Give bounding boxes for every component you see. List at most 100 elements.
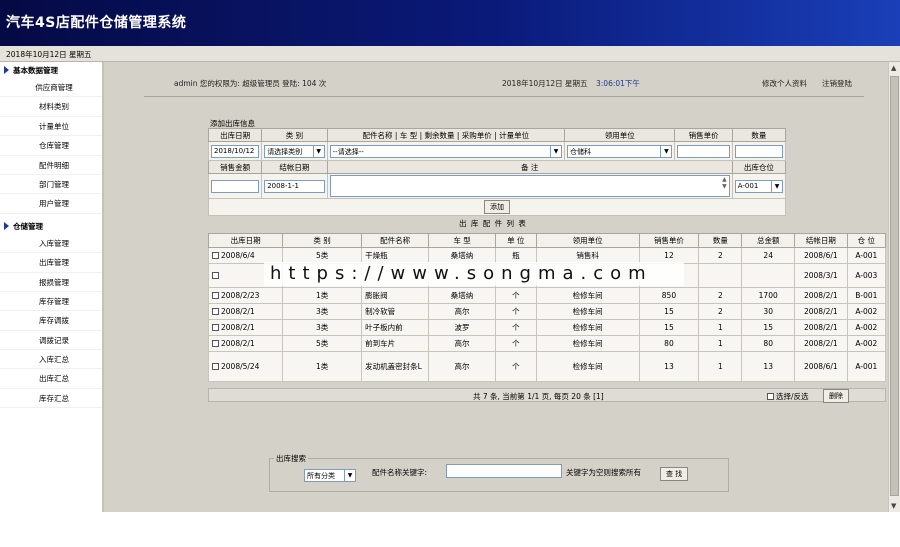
sidebar-item-users[interactable]: 用户管理 <box>0 194 102 214</box>
list-footer: 共 7 条, 当前第 1/1 页, 每页 20 条 [1] 选择/反选 删除 <box>208 388 886 403</box>
chevron-down-icon: ▼ <box>550 145 561 157</box>
form-header-dept: 领用单位 <box>563 128 676 142</box>
keyword-input[interactable] <box>446 464 562 478</box>
row-checkbox[interactable] <box>212 272 219 279</box>
sidebar-item-department[interactable]: 部门管理 <box>0 175 102 195</box>
table-row: 2008/2/1 3类 叶子板内前 波罗个检修车间 15 1 15 2008/2/1 A-002 <box>207 319 887 336</box>
sidebar-item-warehouse[interactable]: 仓库管理 <box>0 136 102 156</box>
sidebar-item-parts[interactable]: 配件明细 <box>0 156 102 175</box>
sidebar-section-basic[interactable]: 基本数据管理 <box>0 62 102 78</box>
table-cell: A-002 <box>846 335 887 352</box>
table-cell: 15 <box>638 303 700 320</box>
table-cell: 2008/2/1 <box>794 319 848 336</box>
scroll-up-icon[interactable]: ▲ <box>891 64 896 72</box>
row-checkbox[interactable] <box>212 363 219 370</box>
table-cell: 检修车间 <box>535 319 640 336</box>
remark-textarea[interactable]: ▲ ▼ <box>329 175 730 197</box>
delete-button[interactable]: 删除 <box>823 389 849 403</box>
bottom-strip <box>0 512 900 547</box>
cell-text: 2008/2/1 <box>221 323 255 332</box>
edit-profile-link[interactable]: 修改个人资料 <box>762 78 807 89</box>
table-cell: A-001 <box>846 247 887 264</box>
arrow-right-icon <box>4 66 9 74</box>
form-header-price: 销售单价 <box>674 128 733 142</box>
table-cell: 1 <box>698 319 743 336</box>
table-cell: 个 <box>495 319 537 336</box>
sale-price-input[interactable] <box>677 144 730 158</box>
sidebar-item-inventory[interactable]: 库存管理 <box>0 292 102 312</box>
col-header: 领用单位 <box>535 233 640 248</box>
logout-link[interactable]: 注销登陆 <box>822 78 852 89</box>
row-checkbox[interactable] <box>212 292 219 299</box>
vertical-scrollbar[interactable]: ▲ ▼ <box>888 62 900 512</box>
sidebar-item-transfer-log[interactable]: 调拨记录 <box>0 331 102 351</box>
sidebar-item-unit[interactable]: 计量单位 <box>0 117 102 137</box>
table-cell: 前到车片 <box>361 335 430 352</box>
sidebar-item-inbound[interactable]: 入库管理 <box>0 234 102 254</box>
row-checkbox[interactable] <box>212 308 219 315</box>
table-cell: 2008/2/1 <box>207 303 284 320</box>
sidebar-item-supplier[interactable]: 供应商管理 <box>0 78 102 98</box>
search-category-select[interactable]: 所有分类 ▼ <box>304 469 356 482</box>
table-cell: 13 <box>741 351 796 382</box>
part-select[interactable]: --请选择-- ▼ <box>329 144 562 158</box>
form-header-qty: 数量 <box>731 128 787 142</box>
top-date: 2018年10月12日 星期五 <box>502 79 588 88</box>
col-header: 车 型 <box>428 233 497 248</box>
row-checkbox[interactable] <box>212 324 219 331</box>
table-cell: 2 <box>698 287 743 304</box>
outbound-list-table: 出库日期 类 别 配件名称 车 型 单 位 领用单位 销售单价 数量 总金额 结… <box>207 233 887 382</box>
cell-text: 2008/2/1 <box>221 339 255 348</box>
scroll-thumb[interactable] <box>890 76 899 496</box>
quantity-input[interactable] <box>734 144 783 158</box>
outbound-date-input[interactable]: 2018/10/12 <box>211 144 260 158</box>
checkbox[interactable] <box>767 393 774 400</box>
sidebar-item-damage[interactable]: 报损管理 <box>0 273 102 292</box>
table-cell: 24 <box>741 247 796 264</box>
table-cell: 2008/2/23 <box>207 287 284 304</box>
watermark: https://www.songma.com <box>264 262 684 286</box>
settle-date-input[interactable]: 2008-1-1 <box>264 179 325 193</box>
sidebar-item-transfer[interactable]: 库存调拨 <box>0 311 102 331</box>
row-checkbox[interactable] <box>212 252 219 259</box>
table-cell: 发动机盖密封条L <box>361 351 430 382</box>
sidebar-section-storage[interactable]: 仓储管理 <box>0 218 102 234</box>
sidebar-item-outbound-summary[interactable]: 出库汇总 <box>0 369 102 389</box>
table-cell: A-002 <box>846 303 887 320</box>
sidebar-item-inventory-summary[interactable]: 库存汇总 <box>0 389 102 409</box>
category-select[interactable]: 请选择类别 ▼ <box>264 144 325 158</box>
table-cell: 2008/2/1 <box>794 287 848 304</box>
table-cell: 2008/5/24 <box>207 351 284 382</box>
table-cell: 3类 <box>282 303 363 320</box>
col-header: 单 位 <box>495 233 537 248</box>
sidebar-item-outbound[interactable]: 出库管理 <box>0 253 102 273</box>
table-cell: 桑塔纳 <box>428 287 497 304</box>
add-button[interactable]: 添加 <box>484 200 510 214</box>
location-select[interactable]: A-001 ▼ <box>734 179 783 193</box>
spinner-icon: ▲ ▼ <box>722 176 727 190</box>
form-header-settle: 结帐日期 <box>261 160 328 174</box>
select-all-toggle[interactable]: 选择/反选 <box>767 391 809 402</box>
table-cell: 5类 <box>282 335 363 352</box>
search-button[interactable]: 查 找 <box>660 467 689 481</box>
table-cell: 2 <box>698 247 743 264</box>
chevron-down-icon: ▼ <box>312 145 324 157</box>
sidebar-item-material-category[interactable]: 材料类别 <box>0 97 102 117</box>
app-title: 汽车4S店配件仓储管理系统 <box>6 15 187 31</box>
dept-select[interactable]: 仓储科 ▼ <box>567 144 673 158</box>
row-checkbox[interactable] <box>212 340 219 347</box>
col-header: 配件名称 <box>361 233 430 248</box>
table-cell: 15 <box>741 319 796 336</box>
table-cell: 2008/3/1 <box>794 263 848 288</box>
scroll-down-icon[interactable]: ▼ <box>891 502 896 510</box>
form-header-category: 类 别 <box>261 128 328 142</box>
col-header: 仓 位 <box>846 233 887 248</box>
sale-amount-input[interactable] <box>211 179 260 193</box>
table-cell: 高尔 <box>428 351 497 382</box>
table-cell: 2008/2/1 <box>207 335 284 352</box>
form-header-date: 出库日期 <box>207 128 263 142</box>
keyword-label: 配件名称关键字: <box>372 468 428 477</box>
table-cell: 膨胀阀 <box>361 287 430 304</box>
sidebar-item-inbound-summary[interactable]: 入库汇总 <box>0 350 102 370</box>
search-legend: 出库搜索 <box>274 453 308 464</box>
